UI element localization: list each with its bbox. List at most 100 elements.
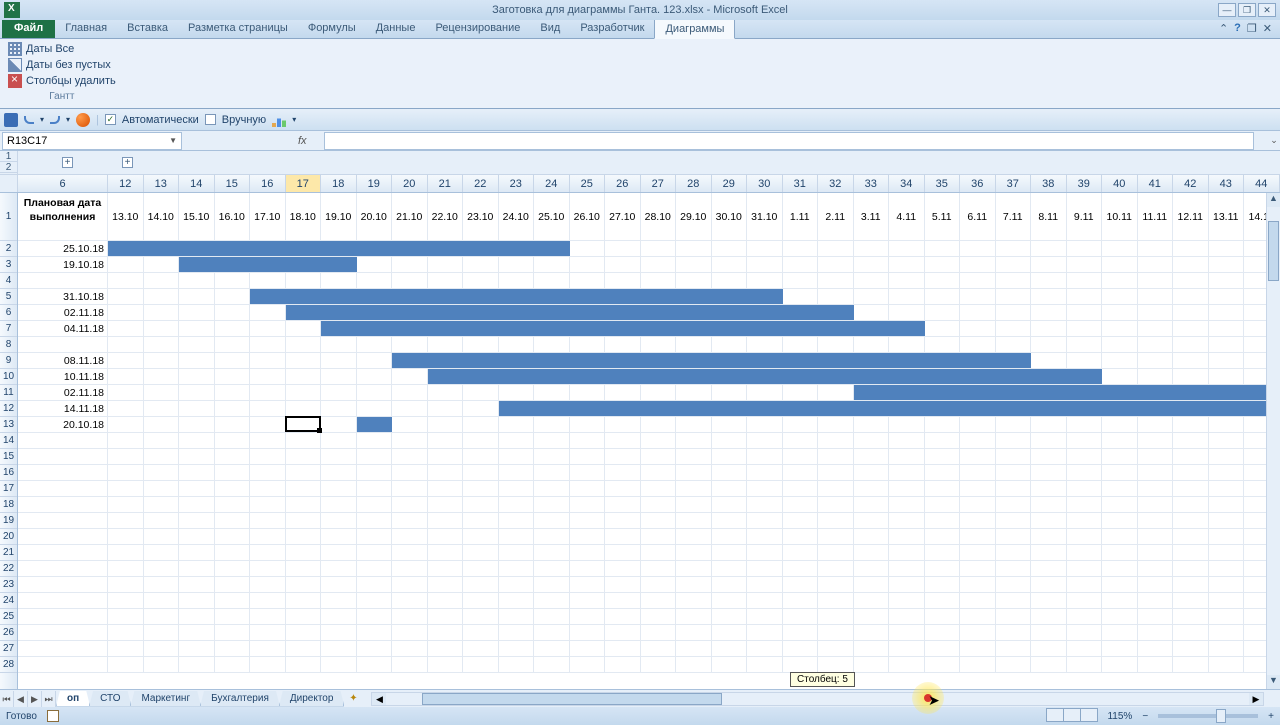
col-header[interactable]: 33	[854, 175, 890, 192]
col-header[interactable]: 35	[925, 175, 961, 192]
formula-input[interactable]	[324, 132, 1254, 150]
ribbon-tab[interactable]: Вид	[530, 19, 570, 38]
macro-ball-icon[interactable]	[76, 113, 90, 127]
page-break-view-button[interactable]	[1080, 708, 1098, 722]
col-header[interactable]: 37	[996, 175, 1032, 192]
ribbon-tab[interactable]: Вставка	[117, 19, 178, 38]
outline-expand-2[interactable]: +	[122, 157, 133, 168]
row-header[interactable]: 21	[0, 545, 17, 561]
sheet-tab[interactable]: СТО	[89, 691, 131, 707]
name-box[interactable]: R13C17 ▼	[2, 132, 182, 150]
row-header[interactable]: 16	[0, 465, 17, 481]
redo-icon[interactable]	[50, 116, 60, 124]
col-header[interactable]: 14	[179, 175, 215, 192]
minimize-ribbon-icon[interactable]: ⌃	[1219, 22, 1228, 35]
row-header[interactable]: 6	[0, 305, 17, 321]
qat-customize-dropdown[interactable]: ▾	[292, 115, 296, 124]
col-header[interactable]: 34	[889, 175, 925, 192]
zoom-slider[interactable]	[1158, 714, 1258, 718]
undo-dropdown[interactable]: ▾	[40, 115, 44, 124]
page-layout-view-button[interactable]	[1063, 708, 1081, 722]
minimize-button[interactable]: —	[1218, 3, 1236, 17]
col-header[interactable]: 6	[18, 175, 108, 192]
sheet-nav-next-icon[interactable]: ▶	[28, 691, 42, 707]
horizontal-scrollbar[interactable]: ◀ ▶	[371, 692, 1264, 706]
sheet-nav-prev-icon[interactable]: ◀	[14, 691, 28, 707]
col-header[interactable]: 19	[357, 175, 393, 192]
row-header[interactable]: 18	[0, 497, 17, 513]
row-header[interactable]: 2	[0, 241, 17, 257]
col-header[interactable]: 16	[250, 175, 286, 192]
row-header[interactable]: 19	[0, 513, 17, 529]
col-header[interactable]: 43	[1209, 175, 1245, 192]
row-header[interactable]: 1	[0, 193, 17, 241]
fx-icon[interactable]: fx	[298, 135, 318, 147]
col-header[interactable]: 32	[818, 175, 854, 192]
col-header[interactable]: 21	[428, 175, 464, 192]
sheet-nav-last-icon[interactable]: ⏭	[42, 691, 56, 707]
sheet-tab[interactable]: Бухгалтерия	[200, 691, 280, 707]
dates-noempty-button[interactable]: Даты без пустых	[4, 57, 120, 73]
outline-expand-1[interactable]: +	[62, 157, 73, 168]
col-header[interactable]: 38	[1031, 175, 1067, 192]
restore-button[interactable]: ❐	[1238, 3, 1256, 17]
name-box-dropdown-icon[interactable]: ▼	[169, 136, 177, 145]
row-header[interactable]: 23	[0, 577, 17, 593]
row-header[interactable]: 26	[0, 625, 17, 641]
row-header[interactable]: 10	[0, 369, 17, 385]
col-header[interactable]: 25	[570, 175, 606, 192]
col-header[interactable]: 17	[286, 175, 322, 192]
macro-record-icon[interactable]	[47, 710, 59, 722]
col-header[interactable]: 44	[1244, 175, 1280, 192]
col-header[interactable]: 23	[499, 175, 535, 192]
row-header[interactable]: 8	[0, 337, 17, 353]
scroll-down-icon[interactable]: ▼	[1267, 675, 1280, 689]
ribbon-tab[interactable]: Разметка страницы	[178, 19, 298, 38]
sheet-nav-first-icon[interactable]: ⏮	[0, 691, 14, 707]
sheet-tab[interactable]: оп	[56, 691, 90, 707]
col-header[interactable]: 27	[641, 175, 677, 192]
row-header[interactable]: 12	[0, 401, 17, 417]
undo-icon[interactable]	[24, 116, 34, 124]
row-header[interactable]: 27	[0, 641, 17, 657]
col-header[interactable]: 22	[463, 175, 499, 192]
row-header[interactable]: 15	[0, 449, 17, 465]
vertical-scrollbar[interactable]: ▲ ▼	[1266, 193, 1280, 689]
col-header[interactable]: 26	[605, 175, 641, 192]
help-icon[interactable]: ?	[1234, 22, 1241, 35]
col-header[interactable]: 42	[1173, 175, 1209, 192]
formula-expand-icon[interactable]: ⌄	[1268, 135, 1280, 146]
window-restore-doc-icon[interactable]: ❐	[1247, 22, 1257, 35]
redo-dropdown[interactable]: ▾	[66, 115, 70, 124]
col-header[interactable]: 15	[215, 175, 251, 192]
close-button[interactable]: ✕	[1258, 3, 1276, 17]
window-close-doc-icon[interactable]: ✕	[1263, 22, 1272, 35]
sheet-tab[interactable]: Маркетинг	[130, 691, 201, 707]
col-header[interactable]: 29	[712, 175, 748, 192]
normal-view-button[interactable]	[1046, 708, 1064, 722]
ribbon-tab[interactable]: Разработчик	[570, 19, 654, 38]
vscroll-thumb[interactable]	[1268, 221, 1279, 281]
scroll-up-icon[interactable]: ▲	[1267, 193, 1280, 207]
col-header[interactable]: 20	[392, 175, 428, 192]
row-header[interactable]: 7	[0, 321, 17, 337]
row-header[interactable]: 11	[0, 385, 17, 401]
row-header[interactable]: 20	[0, 529, 17, 545]
col-header[interactable]: 31	[783, 175, 819, 192]
row-header[interactable]: 9	[0, 353, 17, 369]
sheet-tab[interactable]: Директор	[279, 691, 345, 707]
file-tab[interactable]: Файл	[2, 19, 55, 38]
row-header[interactable]: 5	[0, 289, 17, 305]
cols-delete-button[interactable]: Столбцы удалить	[4, 73, 120, 89]
dates-all-button[interactable]: Даты Все	[4, 41, 120, 57]
hscroll-thumb[interactable]	[422, 693, 722, 705]
col-header[interactable]: 18	[321, 175, 357, 192]
row-header[interactable]: 4	[0, 273, 17, 289]
col-header[interactable]: 39	[1067, 175, 1103, 192]
new-sheet-icon[interactable]: ✦	[343, 693, 363, 704]
col-header[interactable]: 13	[144, 175, 180, 192]
row-header[interactable]: 25	[0, 609, 17, 625]
col-header[interactable]: 12	[108, 175, 144, 192]
scroll-right-icon[interactable]: ▶	[1249, 693, 1263, 705]
col-header[interactable]: 30	[747, 175, 783, 192]
